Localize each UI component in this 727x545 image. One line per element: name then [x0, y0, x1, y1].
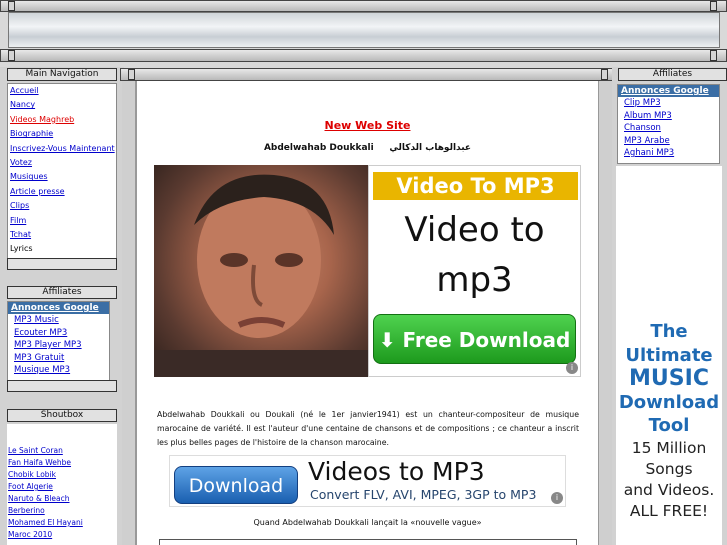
ad-line: MUSIC — [629, 366, 709, 391]
frame-handle — [8, 50, 15, 61]
nav-item[interactable]: Biographie — [8, 127, 116, 141]
nav-item[interactable]: Article presse — [8, 185, 116, 199]
ad-link[interactable]: MP3 Music — [8, 314, 109, 327]
banner-subline: Convert FLV, AVI, MPEG, 3GP to MP3 — [310, 487, 537, 502]
portrait-illustration — [154, 174, 368, 377]
ad-link[interactable]: Album MP3 — [618, 110, 719, 123]
shoutbox-link[interactable]: Berberino — [7, 505, 117, 517]
right-google-ads: Annonces Google Clip MP3 Album MP3 Chanson… — [617, 84, 720, 164]
content-header-bar — [120, 68, 613, 81]
ad-link[interactable]: MP3 Player MP3 — [8, 339, 109, 352]
shoutbox-link[interactable]: Le Saint Coran — [7, 445, 117, 457]
panel-footer-bar — [7, 380, 117, 392]
download-button[interactable]: Download — [174, 466, 298, 504]
shoutbox-link[interactable]: Naruto & Bleach — [7, 493, 117, 505]
video-to-mp3-ad[interactable]: Video To MP3 Video to mp3 ⬇ Free Downloa… — [368, 165, 581, 377]
nav-item[interactable]: Videos Maghreb — [8, 113, 116, 127]
ad-link[interactable]: Ecouter MP3 — [8, 327, 109, 340]
nav-item[interactable]: Inscrivez-Vous Maintenant — [8, 142, 116, 156]
content-left-gutter — [122, 81, 136, 545]
header-bottom-bar — [0, 49, 727, 62]
frame-handle — [128, 69, 135, 80]
ad-link[interactable]: Chanson — [618, 122, 719, 135]
frame-handle — [710, 50, 717, 61]
artist-description: Abdelwahab Doukkali ou Doukali (né le 1e… — [157, 410, 579, 447]
shoutbox-link[interactable]: Foot Algerie — [7, 481, 117, 493]
nav-item[interactable]: Tchat — [8, 228, 116, 242]
nav-item[interactable]: Clips — [8, 199, 116, 213]
artist-name-arabic: عبدالوهاب الدكالي — [389, 143, 472, 153]
ad-link[interactable]: Aghani MP3 — [618, 147, 719, 160]
ad-line: Tool — [648, 415, 690, 436]
ad-link[interactable]: MP3 Arabe — [618, 135, 719, 148]
ad-line: Songs — [645, 459, 693, 478]
main-navigation-header: Main Navigation — [7, 68, 117, 81]
frame-handle — [8, 1, 15, 11]
music-tool-ad-text[interactable]: The Ultimate MUSIC Download Tool 15 Mill… — [616, 320, 722, 522]
artist-photo — [154, 165, 368, 377]
shoutbox-list: Le Saint Coran Fan Haifa Wehbe Chobik Lobi… — [7, 424, 117, 545]
nav-item[interactable]: Musiques — [8, 170, 116, 184]
left-affiliates-header: Affiliates — [7, 286, 117, 299]
nav-item[interactable]: Votez — [8, 156, 116, 170]
ad-line: 15 Million — [631, 438, 707, 457]
left-google-ads: Annonces Google MP3 Music Ecouter MP3 MP3 … — [7, 301, 110, 381]
shoutbox-header: Shoutbox — [7, 409, 117, 422]
right-affiliates-title: Affiliates — [652, 69, 693, 79]
frame-handle — [601, 69, 608, 80]
page: Main Navigation Accueil Nancy Videos Maghr… — [0, 0, 727, 545]
shoutbox-link[interactable]: Maroc 2010 — [7, 529, 117, 541]
panel-footer-bar — [7, 258, 117, 270]
free-download-button[interactable]: ⬇ Free Download — [373, 314, 576, 364]
shoutbox-title: Shoutbox — [40, 410, 84, 420]
left-affiliates-title: Affiliates — [42, 287, 82, 297]
nav-item[interactable]: Lyrics — [8, 242, 116, 256]
new-web-site-link[interactable]: New Web Site — [137, 119, 598, 132]
ad-link[interactable]: MP3 Gratuit — [8, 352, 109, 365]
ad-line-2: mp3 — [436, 260, 513, 300]
free-download-label: Free Download — [402, 328, 571, 352]
nav-item[interactable]: Nancy — [8, 98, 116, 112]
ad-top-label: Video To MP3 — [373, 172, 578, 200]
google-ads-label[interactable]: Annonces Google — [618, 85, 719, 97]
ad-info-icon[interactable]: i — [566, 362, 578, 374]
ad-link[interactable]: Musique MP3 — [8, 364, 109, 377]
artist-name-latin: Abdelwahab Doukkali — [263, 143, 374, 153]
shoutbox-link[interactable]: Chobik Lobik — [7, 469, 117, 481]
main-navigation-title: Main Navigation — [25, 69, 99, 79]
ad-link[interactable]: Clip MP3 — [618, 97, 719, 110]
content-right-gutter — [598, 81, 612, 545]
main-navigation-list: Accueil Nancy Videos Maghreb Biographie Insc… — [7, 83, 117, 259]
google-ads-label[interactable]: Annonces Google — [8, 302, 109, 314]
nav-item[interactable]: Film — [8, 214, 116, 228]
main-content: New Web Site Abdelwahab Doukkali عبدالوه… — [136, 81, 598, 545]
ad-line: ALL FREE! — [629, 501, 709, 520]
ad-line: and Videos. — [623, 480, 715, 499]
ad-line: Ultimate — [625, 344, 713, 366]
right-affiliates-header: Affiliates — [618, 68, 727, 81]
ad-line-1: Video to — [404, 210, 545, 250]
ad-line: Download — [618, 391, 720, 413]
section-heading: Quand Abdelwahab Doukkali lançait la «no… — [253, 518, 482, 527]
shoutbox-link[interactable]: Fan Haifa Wehbe — [7, 457, 117, 469]
top-frame-bar — [0, 0, 727, 12]
header-banner — [8, 12, 720, 48]
nav-item[interactable]: Accueil — [8, 84, 116, 98]
videos-to-mp3-banner-ad[interactable]: Download Videos to MP3 Convert FLV, AVI,… — [169, 455, 566, 507]
banner-headline: Videos to MP3 — [308, 457, 485, 486]
ad-info-icon[interactable]: i — [551, 492, 563, 504]
frame-handle — [710, 1, 717, 11]
artist-title: Abdelwahab Doukkali عبدالوهاب الدكالي — [137, 143, 598, 153]
shoutbox-link[interactable]: Mohamed El Hayani — [7, 517, 117, 529]
content-table-top — [159, 539, 577, 545]
ad-line: The — [650, 321, 688, 342]
